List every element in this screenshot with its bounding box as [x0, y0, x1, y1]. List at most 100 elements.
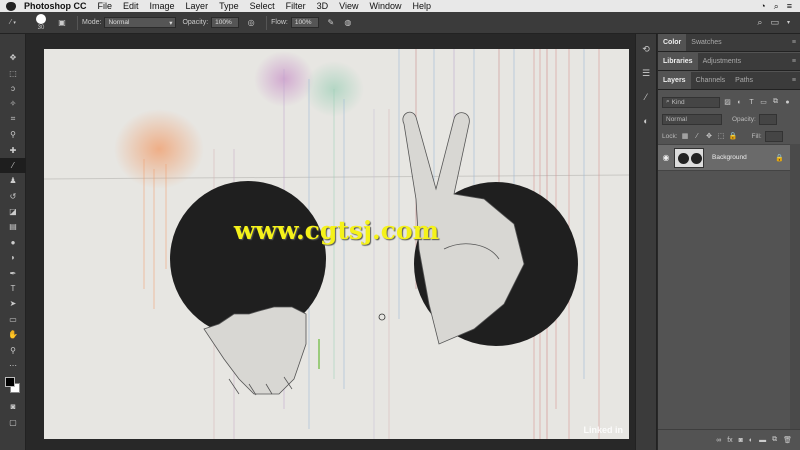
brush-tool-icon[interactable]: ⁄: [0, 157, 26, 174]
filter-toggle-icon[interactable]: ●: [783, 98, 792, 107]
brush-preset-picker[interactable]: 30: [26, 13, 56, 33]
eraser-tool-icon[interactable]: ◪: [0, 204, 26, 219]
menu-type[interactable]: Type: [219, 1, 239, 11]
screen-mode-icon[interactable]: ▢: [0, 415, 26, 430]
layers-panel-footer: ∞ fx ◙ ◐ ▬ ⧉ 🗑: [658, 429, 800, 450]
hand-tool-icon[interactable]: ✋: [0, 327, 26, 342]
menu-layer[interactable]: Layer: [186, 1, 209, 11]
search-icon[interactable]: ⌕: [757, 17, 762, 28]
zoom-tool-icon[interactable]: ⚲: [0, 342, 26, 357]
brush-panel-icon[interactable]: ⁄: [636, 88, 656, 106]
type-tool-icon[interactable]: T: [0, 281, 26, 296]
adjustments-panel-icon[interactable]: ◐: [636, 112, 656, 130]
lock-transparent-icon[interactable]: ▦: [681, 132, 690, 141]
path-selection-tool-icon[interactable]: ➤: [0, 296, 26, 311]
tab-channels[interactable]: Channels: [691, 72, 731, 89]
tab-color[interactable]: Color: [658, 34, 687, 51]
wifi-icon[interactable]: ◔: [760, 1, 765, 12]
layer-row-background[interactable]: ◉ Background 🔒: [658, 144, 790, 171]
menu-window[interactable]: Window: [369, 1, 401, 11]
menu-edit[interactable]: Edit: [123, 1, 139, 11]
delete-layer-icon[interactable]: 🗑: [783, 436, 792, 444]
tool-preset-picker[interactable]: ⁄ ▾: [0, 19, 26, 26]
pressure-size-icon[interactable]: ◍: [342, 17, 354, 29]
new-layer-icon[interactable]: ⧉: [772, 436, 777, 444]
shape-tool-icon[interactable]: ▭: [0, 312, 26, 327]
menu-3d[interactable]: 3D: [317, 1, 329, 11]
notifications-icon[interactable]: ≡: [787, 1, 792, 12]
layer-fill-field[interactable]: [764, 130, 783, 142]
layer-kind-filter[interactable]: ⌕ Kind: [662, 96, 720, 108]
more-tools-icon[interactable]: ⋯: [0, 358, 26, 373]
lasso-tool-icon[interactable]: ↄ: [0, 81, 26, 96]
watermark-text: www.cgtsj.com: [233, 216, 440, 245]
filter-type-icon[interactable]: T: [747, 98, 756, 107]
workspace-switcher-icon[interactable]: ▭: [770, 17, 779, 28]
new-group-icon[interactable]: ▬: [759, 437, 766, 444]
quick-select-tool-icon[interactable]: ✧: [0, 96, 26, 111]
layer-style-icon[interactable]: fx: [727, 437, 732, 444]
dodge-tool-icon[interactable]: ◗: [0, 250, 26, 265]
tab-swatches[interactable]: Swatches: [686, 34, 726, 51]
filter-shape-icon[interactable]: ▭: [759, 98, 768, 107]
chevron-down-icon[interactable]: ▾: [787, 19, 790, 26]
mode-select[interactable]: Normal ▾: [104, 17, 177, 28]
divider: [266, 15, 268, 30]
filter-smart-object-icon[interactable]: ⧉: [771, 98, 780, 107]
lock-position-icon[interactable]: ✥: [705, 132, 714, 141]
panel-menu-icon[interactable]: ≡: [788, 72, 800, 89]
layers-scrollbar[interactable]: [790, 144, 800, 429]
menu-image[interactable]: Image: [150, 1, 175, 11]
blur-tool-icon[interactable]: ●: [0, 235, 26, 250]
move-tool-icon[interactable]: ✥: [0, 50, 26, 65]
options-bar: ⁄ ▾ 30 ▣ Mode: Normal ▾ Opacity: 100% ◎ …: [0, 12, 800, 34]
filter-pixel-icon[interactable]: ▨: [723, 98, 732, 107]
menu-file[interactable]: File: [98, 1, 113, 11]
properties-panel-icon[interactable]: ☰: [636, 64, 656, 82]
clone-stamp-tool-icon[interactable]: ♟: [0, 173, 26, 188]
color-swatches[interactable]: [0, 375, 26, 399]
flow-field[interactable]: 100%: [290, 17, 319, 28]
link-layers-icon[interactable]: ∞: [716, 437, 721, 444]
pressure-opacity-icon[interactable]: ◎: [245, 17, 257, 29]
document-workspace[interactable]: www.cgtsj.com Linked in: [27, 34, 635, 450]
lock-artboard-icon[interactable]: ⬚: [717, 132, 726, 141]
apple-icon[interactable]: [6, 1, 16, 11]
panel-menu-icon[interactable]: ≡: [788, 34, 800, 51]
opacity-field[interactable]: 100%: [211, 17, 240, 28]
tab-adjustments[interactable]: Adjustments: [698, 53, 747, 70]
lock-all-icon[interactable]: 🔒: [729, 132, 738, 141]
layers-panel-body: ⌕ Kind ▨ ◐ T ▭ ⧉ ● Normal Opacity: Lock:…: [658, 91, 800, 143]
history-panel-icon[interactable]: ⟲: [636, 40, 656, 58]
pen-tool-icon[interactable]: ✒: [0, 265, 26, 280]
brush-tool-icon: ⁄: [10, 19, 12, 26]
add-mask-icon[interactable]: ◙: [739, 437, 743, 444]
lock-pixels-icon[interactable]: ⁄: [693, 132, 702, 141]
menu-view[interactable]: View: [339, 1, 358, 11]
gradient-tool-icon[interactable]: ▤: [0, 219, 26, 234]
airbrush-icon[interactable]: ✎: [325, 17, 337, 29]
marquee-tool-icon[interactable]: ⬚: [0, 65, 26, 80]
panel-menu-icon[interactable]: ≡: [788, 53, 800, 70]
healing-brush-tool-icon[interactable]: ✚: [0, 142, 26, 157]
quick-mask-icon[interactable]: ◙: [0, 399, 26, 414]
tab-layers[interactable]: Layers: [658, 72, 691, 89]
crop-tool-icon[interactable]: ⌗: [0, 112, 26, 127]
spotlight-icon[interactable]: ⌕: [774, 1, 779, 12]
document-canvas[interactable]: www.cgtsj.com Linked in: [44, 49, 629, 439]
visibility-eye-icon[interactable]: ◉: [658, 153, 674, 162]
menu-filter[interactable]: Filter: [286, 1, 306, 11]
eyedropper-tool-icon[interactable]: ⚲: [0, 127, 26, 142]
menu-app[interactable]: Photoshop CC: [24, 1, 87, 11]
menu-select[interactable]: Select: [250, 1, 275, 11]
tab-paths[interactable]: Paths: [730, 72, 758, 89]
layer-opacity-field[interactable]: [758, 113, 777, 125]
menu-help[interactable]: Help: [412, 1, 431, 11]
blend-mode-select[interactable]: Normal: [662, 113, 722, 125]
brush-panel-toggle-icon[interactable]: ▣: [56, 17, 68, 29]
history-brush-tool-icon[interactable]: ↺: [0, 189, 26, 204]
filter-adjustment-icon[interactable]: ◐: [735, 98, 744, 107]
foreground-color-swatch[interactable]: [5, 377, 15, 388]
new-adjustment-icon[interactable]: ◐: [749, 437, 753, 444]
tab-libraries[interactable]: Libraries: [658, 53, 698, 70]
